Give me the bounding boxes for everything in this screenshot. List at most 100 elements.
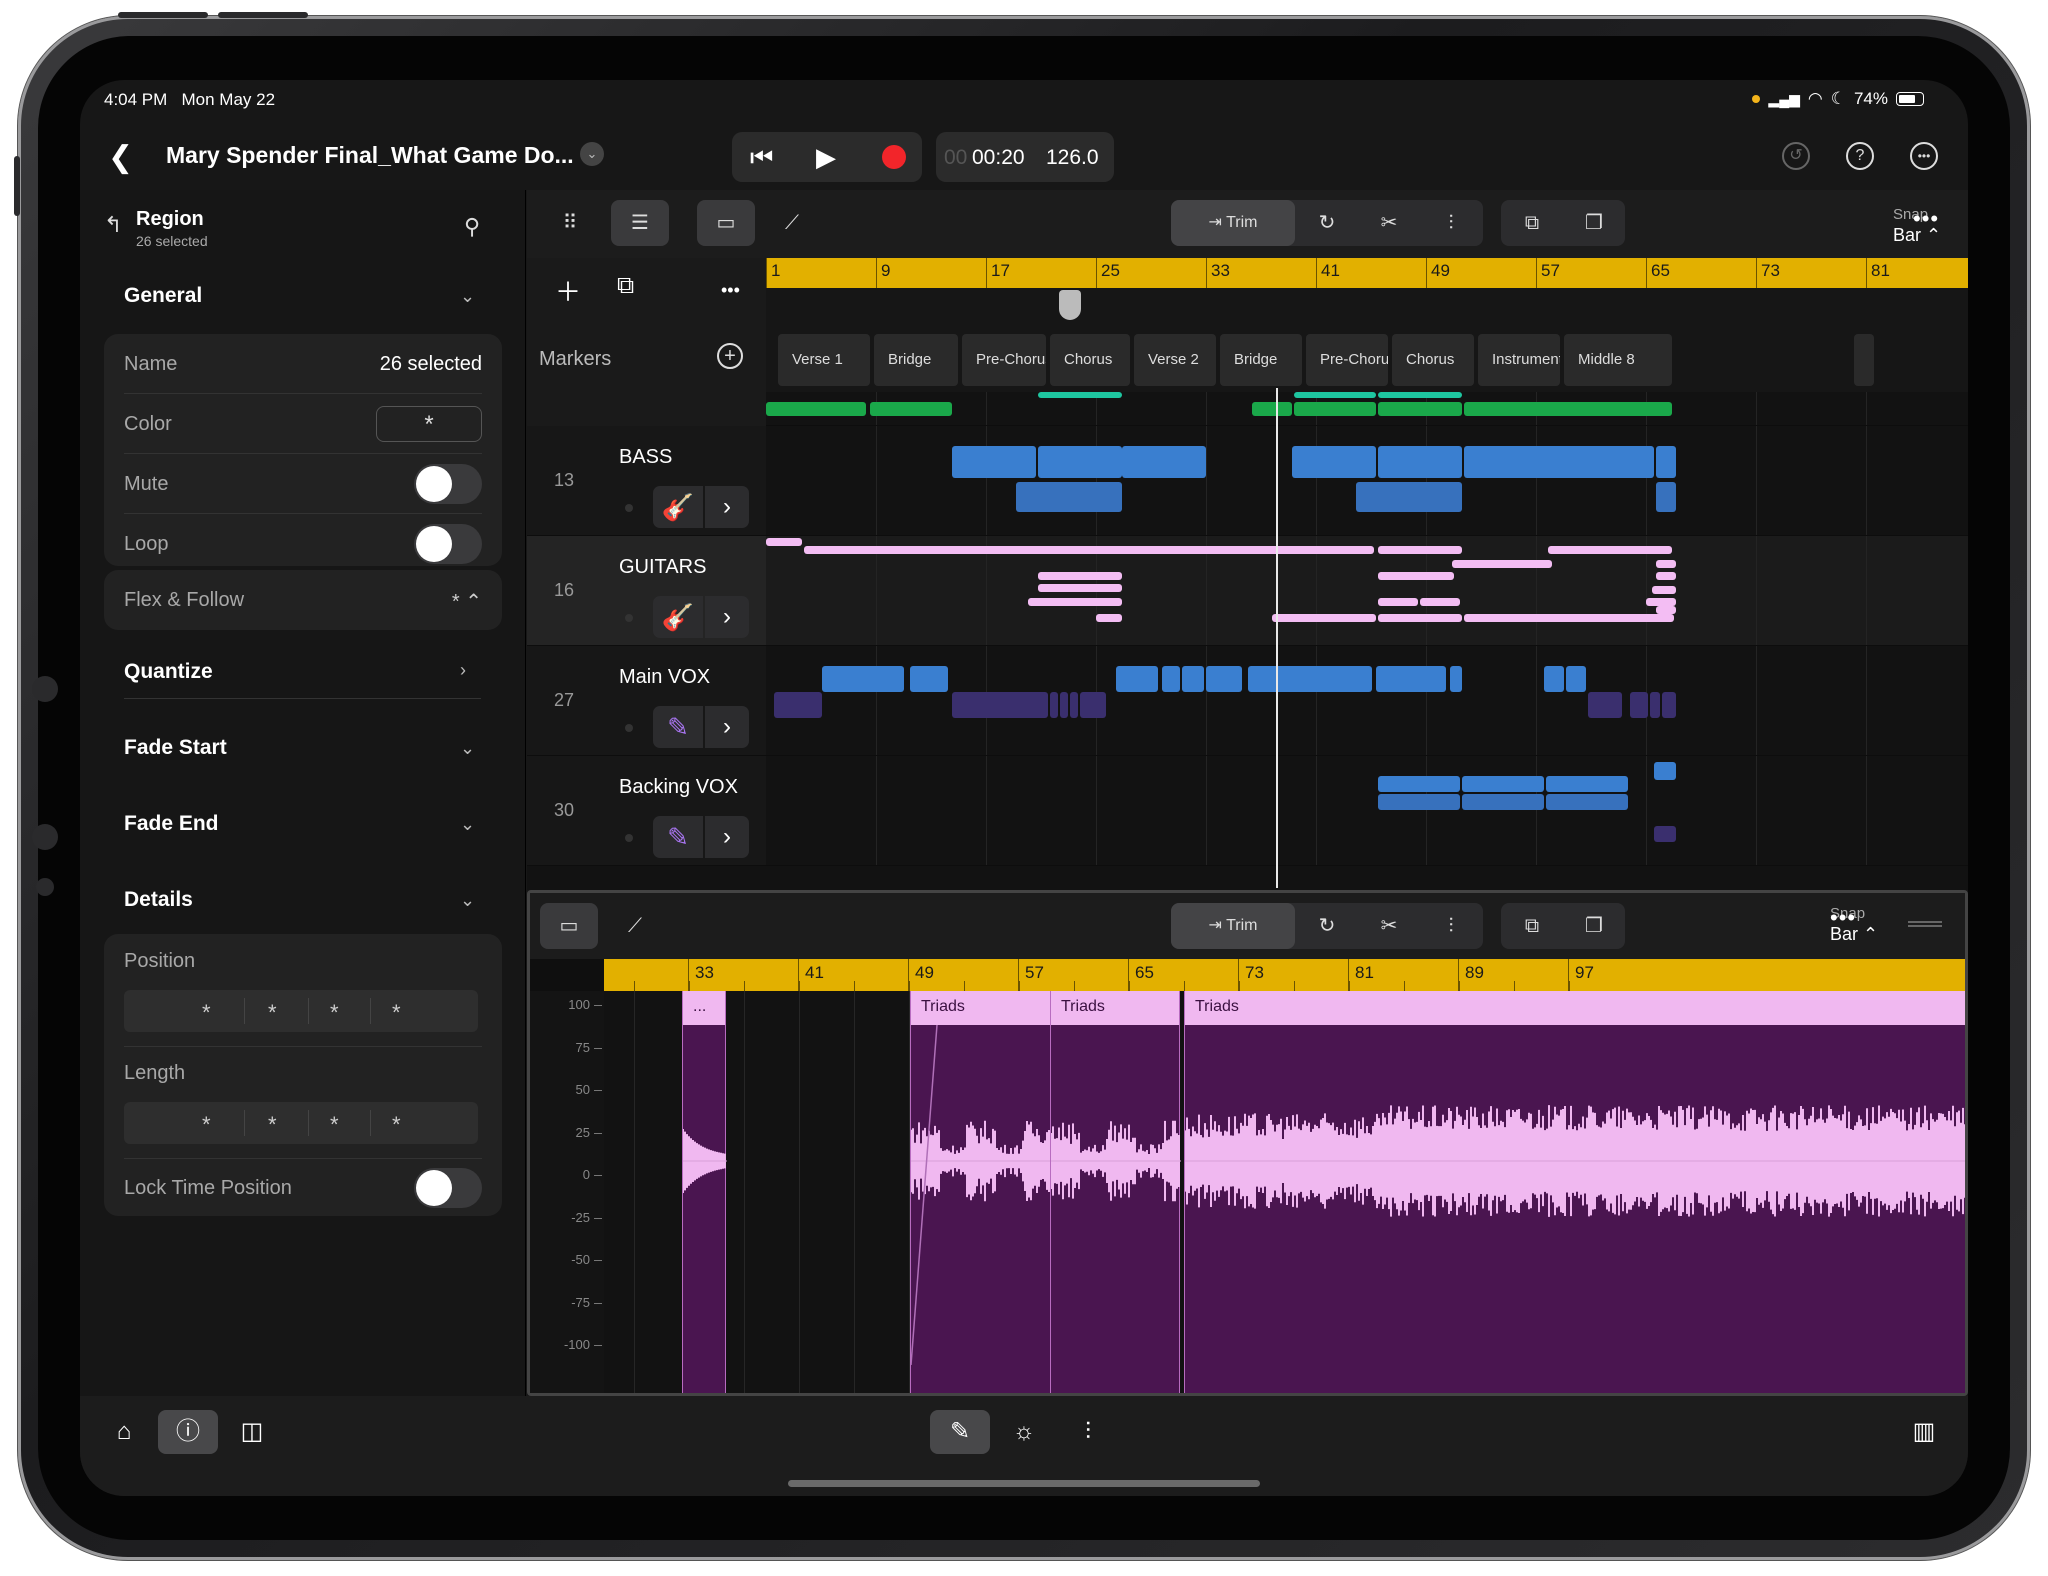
- region-bass[interactable]: [1378, 446, 1462, 478]
- flex-row[interactable]: Flex & Follow * ⌃: [124, 570, 482, 630]
- chevron-down-icon[interactable]: ⌄: [460, 738, 475, 759]
- region-vox[interactable]: [1248, 666, 1372, 692]
- section-fade-start[interactable]: Fade Start: [124, 736, 227, 760]
- track-header-main-vox[interactable]: 27 Main VOX ✎ ›: [527, 646, 766, 756]
- region-guitar[interactable]: [1378, 598, 1418, 606]
- loop-toggle[interactable]: [414, 524, 482, 564]
- length-field[interactable]: * * * *: [124, 1102, 478, 1144]
- region-guitar[interactable]: [1272, 614, 1376, 622]
- marker-1[interactable]: Verse 1: [778, 334, 870, 386]
- region-guitar[interactable]: [1656, 572, 1676, 580]
- chevron-right-icon[interactable]: ›: [460, 660, 466, 681]
- name-value[interactable]: 26 selected: [380, 353, 482, 376]
- marker-4[interactable]: Chorus: [1050, 334, 1130, 386]
- region-vox-take[interactable]: [1070, 692, 1078, 718]
- chevron-down-icon[interactable]: ⌄: [460, 890, 475, 911]
- audio-region-name[interactable]: ...: [683, 991, 725, 1025]
- scissors-icon[interactable]: ✂: [1359, 903, 1419, 949]
- region-vox-take[interactable]: [1650, 692, 1660, 718]
- section-details[interactable]: Details: [124, 888, 193, 912]
- region-guitar[interactable]: [1096, 614, 1122, 622]
- region-guitar[interactable]: [1652, 586, 1676, 594]
- marker-7[interactable]: Pre-Chorus: [1306, 334, 1388, 386]
- chevron-right-icon[interactable]: ›: [705, 596, 749, 638]
- region-backing[interactable]: [1462, 776, 1544, 792]
- paste-icon[interactable]: ❐: [1563, 200, 1625, 246]
- marker-8[interactable]: Chorus: [1392, 334, 1474, 386]
- play-icon[interactable]: ▶: [816, 142, 836, 173]
- audio-region-name[interactable]: Triads: [1051, 991, 1179, 1025]
- guitar-icon[interactable]: 🎸: [653, 596, 703, 638]
- region-guitar[interactable]: [1656, 606, 1676, 614]
- section-general[interactable]: General: [124, 284, 202, 308]
- marker-6[interactable]: Bridge: [1220, 334, 1302, 386]
- region-vox[interactable]: [1376, 666, 1446, 692]
- region-bass[interactable]: [1016, 482, 1122, 512]
- bass-guitar-icon[interactable]: 🎸: [653, 486, 703, 528]
- region-vox-take[interactable]: [1630, 692, 1648, 718]
- region-backing-take[interactable]: [1654, 826, 1676, 842]
- inspector-title[interactable]: Region: [136, 208, 208, 231]
- region-guitar[interactable]: [766, 538, 802, 546]
- region-backing[interactable]: [1378, 776, 1460, 792]
- chevron-right-icon[interactable]: ›: [705, 816, 749, 858]
- region-backing[interactable]: [1654, 762, 1676, 780]
- browser-icon[interactable]: ⌂: [94, 1410, 154, 1454]
- region-guitar[interactable]: [1378, 572, 1454, 580]
- region-green[interactable]: [1252, 402, 1292, 416]
- add-track-icon[interactable]: ＋: [555, 272, 581, 309]
- region-vox[interactable]: [1206, 666, 1242, 692]
- track-header-backing-vox[interactable]: 30 Backing VOX ✎ ›: [527, 756, 766, 866]
- region-guitar[interactable]: [1548, 546, 1672, 554]
- more-icon[interactable]: •••: [1830, 905, 1856, 931]
- region-bass[interactable]: [1292, 446, 1376, 478]
- region-guitar[interactable]: [1378, 546, 1462, 554]
- mixer-icon[interactable]: ⫶: [1058, 1410, 1118, 1454]
- region-guitar[interactable]: [804, 546, 1374, 554]
- section-quantize[interactable]: Quantize: [124, 660, 213, 684]
- region-vox[interactable]: [1566, 666, 1586, 692]
- pencil-icon[interactable]: ✎: [930, 1410, 990, 1454]
- position-field[interactable]: * * * *: [124, 990, 478, 1032]
- grid-view-icon[interactable]: ⠿: [541, 200, 599, 246]
- loop-icon[interactable]: ↻: [1297, 200, 1357, 246]
- marker-9[interactable]: Instrumenta: [1478, 334, 1560, 386]
- duplicate-icon[interactable]: ⧉: [617, 272, 634, 300]
- keyboard-icon[interactable]: ▥: [1894, 1410, 1954, 1454]
- help-icon[interactable]: ?: [1846, 142, 1874, 170]
- chevron-right-icon[interactable]: ›: [705, 706, 749, 748]
- region-guitar[interactable]: [1656, 560, 1676, 568]
- region-vox[interactable]: [1182, 666, 1204, 692]
- copy-icon[interactable]: ⧉: [1501, 200, 1563, 246]
- region-bass[interactable]: [952, 446, 1036, 478]
- chevron-down-icon[interactable]: ⌄: [580, 142, 604, 166]
- region-guitar[interactable]: [1038, 584, 1122, 592]
- playhead-strip[interactable]: [766, 288, 1968, 322]
- chevron-right-icon[interactable]: ›: [705, 486, 749, 528]
- region-green[interactable]: [766, 402, 866, 416]
- flex-value[interactable]: * ⌃: [452, 589, 482, 614]
- loop-icon[interactable]: ↻: [1297, 903, 1357, 949]
- marker-2[interactable]: Bridge: [874, 334, 958, 386]
- microphone-icon[interactable]: ✎: [653, 816, 703, 858]
- sidebar-icon[interactable]: ◫: [222, 1410, 282, 1454]
- region-vox-take[interactable]: [774, 692, 822, 718]
- region-guitar[interactable]: [1038, 572, 1122, 580]
- mute-toggle[interactable]: [414, 464, 482, 504]
- region-backing[interactable]: [1378, 794, 1460, 810]
- more-icon[interactable]: •••: [1910, 142, 1938, 170]
- marker-3[interactable]: Pre-Chorus: [962, 334, 1046, 386]
- region-guitar[interactable]: [1378, 614, 1462, 622]
- audio-region-3[interactable]: Triads: [1050, 991, 1181, 1393]
- region-vox-take[interactable]: [1050, 692, 1058, 718]
- region-backing[interactable]: [1462, 794, 1544, 810]
- audio-region-4[interactable]: Triads: [1184, 991, 1965, 1393]
- more-icon[interactable]: •••: [721, 280, 740, 301]
- region-vox[interactable]: [910, 666, 948, 692]
- region-tool-icon[interactable]: ▭: [540, 903, 598, 949]
- split-icon[interactable]: ⫶: [1421, 200, 1481, 246]
- go-to-start-icon[interactable]: ⏮: [750, 142, 773, 174]
- editor-ruler[interactable]: 33 41 49 57 65 73 81 89 97: [604, 959, 1965, 991]
- back-icon[interactable]: ❮: [108, 140, 133, 175]
- microphone-icon[interactable]: ✎: [653, 706, 703, 748]
